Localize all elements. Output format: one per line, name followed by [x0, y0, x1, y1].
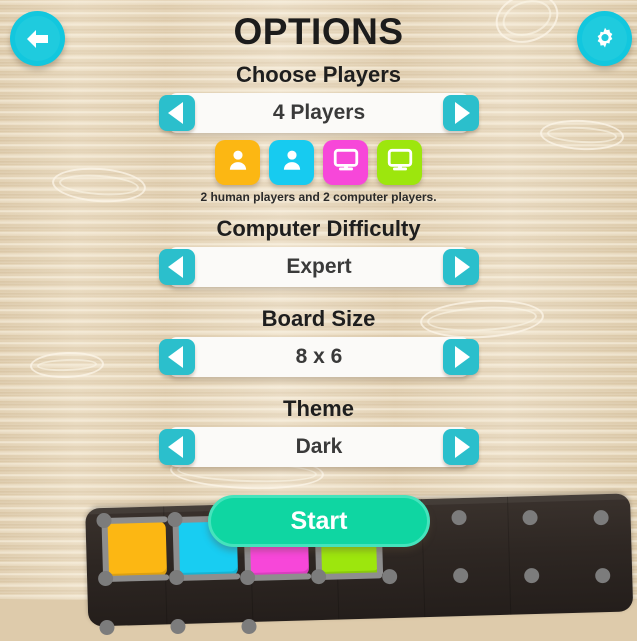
start-button-label: Start: [290, 506, 348, 535]
chevron-right-icon: [455, 102, 470, 124]
player-tile-4[interactable]: [377, 140, 422, 185]
board-dot: [310, 568, 327, 585]
board-dot: [97, 570, 114, 587]
board-size-selector: 8 x 6: [159, 337, 479, 377]
board-dot: [170, 618, 186, 635]
player-tile-1[interactable]: [215, 140, 260, 185]
chevron-right-icon: [455, 256, 470, 278]
theme-selector: Dark: [159, 427, 479, 467]
theme-value: Dark: [295, 435, 343, 458]
board-dot: [241, 618, 257, 635]
player-tile-3[interactable]: [323, 140, 368, 185]
section-label-players: Choose Players: [235, 62, 402, 87]
board-size-next-button[interactable]: [443, 339, 479, 375]
board-dot: [593, 509, 609, 526]
theme-next-button[interactable]: [443, 429, 479, 465]
board-dot: [381, 568, 398, 585]
difficulty-prev-button[interactable]: [159, 249, 195, 285]
board-dot: [451, 509, 467, 526]
start-button[interactable]: Start: [208, 495, 430, 547]
chevron-left-icon: [168, 436, 183, 458]
section-label-difficulty: Computer Difficulty: [216, 216, 421, 241]
board-cell: [103, 521, 168, 579]
chevron-right-icon: [455, 346, 470, 368]
person-icon: [225, 147, 251, 178]
board-dot: [595, 567, 611, 584]
wood-knot: [29, 350, 105, 380]
section-label-board-size: Board Size: [261, 306, 376, 331]
difficulty-next-button[interactable]: [443, 249, 479, 285]
person-icon: [279, 147, 305, 178]
difficulty-value: Expert: [286, 255, 352, 278]
players-prev-button[interactable]: [159, 95, 195, 131]
board-size-value: 8 x 6: [295, 345, 343, 368]
players-selector: 4 Players: [159, 93, 479, 133]
board-dot: [522, 509, 538, 526]
chevron-left-icon: [168, 256, 183, 278]
page-title: OPTIONS: [233, 11, 404, 52]
players-next-button[interactable]: [443, 95, 479, 131]
player-tile-2[interactable]: [269, 140, 314, 185]
monitor-icon: [386, 147, 414, 178]
chevron-left-icon: [168, 346, 183, 368]
board-dot: [99, 619, 115, 636]
section-label-theme: Theme: [283, 396, 354, 421]
board-dot: [452, 567, 469, 584]
difficulty-selector: Expert: [159, 247, 479, 287]
chevron-right-icon: [455, 436, 470, 458]
monitor-icon: [332, 147, 360, 178]
board-size-prev-button[interactable]: [159, 339, 195, 375]
chevron-left-icon: [168, 102, 183, 124]
player-tiles: [0, 140, 637, 185]
players-value: 4 Players: [272, 101, 366, 124]
board-dot: [523, 567, 540, 584]
board-dot: [168, 569, 185, 586]
board-dot: [239, 569, 256, 586]
players-caption: 2 human players and 2 computer players.: [200, 190, 437, 204]
theme-prev-button[interactable]: [159, 429, 195, 465]
